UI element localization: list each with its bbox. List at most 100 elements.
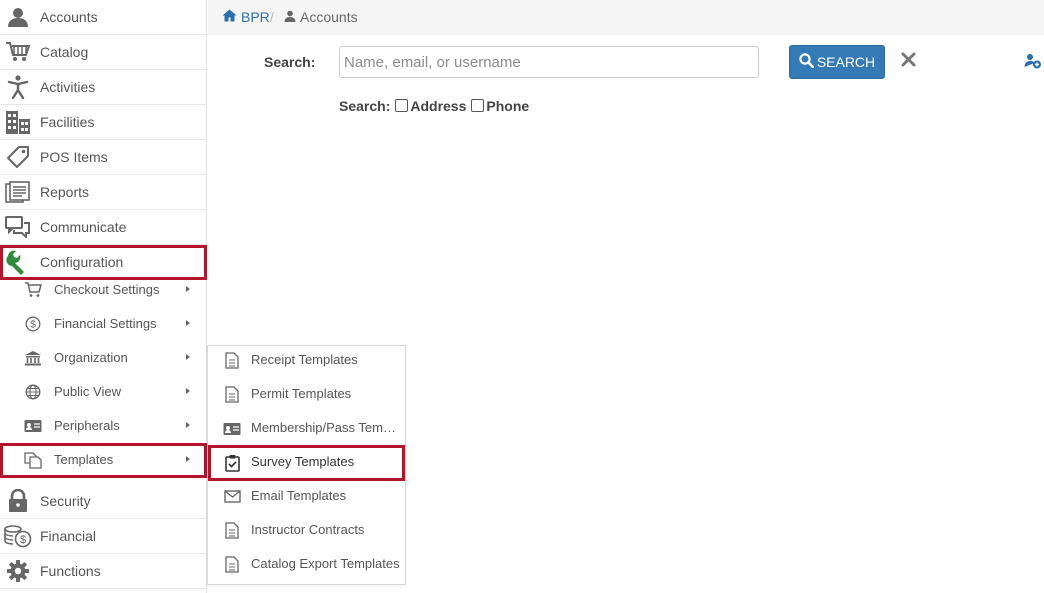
add-user-button[interactable] [1024, 53, 1042, 71]
sidebar-item-financial[interactable]: $ Financial [0, 519, 207, 554]
add-user-icon [1024, 54, 1042, 73]
sidebar-item-label: Security [40, 493, 91, 509]
magnifier-icon [799, 53, 815, 71]
menu-item-instructor-contracts[interactable]: Instructor Contracts [208, 513, 405, 547]
submenu-item-financial-settings[interactable]: $ Financial Settings [0, 307, 207, 341]
sidebar-item-label: Functions [40, 563, 101, 579]
home-icon [222, 9, 237, 25]
copy-icon [24, 451, 42, 469]
sidebar: Accounts Catalog Activities Facilities P… [0, 0, 207, 593]
submenu-item-organization[interactable]: Organization [0, 341, 207, 375]
address-option-label: Address [410, 98, 467, 114]
chat-icon [4, 214, 32, 240]
breadcrumb-home-link[interactable]: BPR [222, 9, 270, 25]
cart-icon [24, 282, 42, 298]
sidebar-item-label: Activities [40, 79, 96, 95]
caret-right-icon [186, 456, 190, 462]
svg-text:$: $ [20, 534, 26, 546]
document-icon [223, 556, 241, 573]
address-checkbox[interactable] [395, 98, 409, 112]
menu-item-membership-pass-templates[interactable]: Membership/Pass Templ... [208, 411, 405, 445]
sidebar-item-accounts[interactable]: Accounts [0, 0, 207, 35]
bank-icon [24, 350, 42, 366]
breadcrumb-separator: / [270, 9, 274, 25]
sidebar-item-functions[interactable]: Functions [0, 554, 207, 589]
sidebar-item-activities[interactable]: Activities [0, 70, 207, 105]
submenu-item-label: Peripherals [54, 418, 120, 433]
tag-icon [4, 144, 32, 170]
sidebar-item-label: POS Items [40, 149, 108, 165]
dollar-circle-icon: $ [24, 316, 42, 332]
sidebar-item-reports[interactable]: Reports [0, 175, 207, 210]
globe-icon [24, 384, 42, 400]
search-options: Search: Address Phone [339, 98, 529, 114]
caret-right-icon [186, 354, 190, 360]
sidebar-item-label: Accounts [40, 9, 98, 25]
search-button[interactable]: SEARCH [789, 45, 885, 79]
breadcrumb: BPR / Accounts [208, 0, 1044, 35]
templates-flyout-menu: Receipt Templates Permit Templates Membe… [207, 345, 406, 585]
building-icon [4, 109, 32, 135]
menu-item-label: Survey Templates [251, 454, 355, 469]
submenu-item-label: Checkout Settings [54, 282, 160, 297]
sidebar-item-label: Facilities [40, 114, 95, 130]
sidebar-item-communicate[interactable]: Communicate [0, 210, 207, 245]
submenu-item-label: Organization [54, 350, 128, 365]
phone-option-label: Phone [486, 98, 530, 114]
menu-item-survey-templates[interactable]: Survey Templates [208, 445, 405, 481]
menu-item-permit-templates[interactable]: Permit Templates [208, 377, 405, 411]
user-icon [284, 9, 296, 25]
menu-item-label: Email Templates [251, 488, 347, 503]
clear-search-button[interactable] [898, 52, 918, 72]
caret-right-icon [186, 422, 190, 428]
breadcrumb-home-label: BPR [241, 9, 270, 25]
caret-right-icon [186, 320, 190, 326]
person-activity-icon [4, 74, 32, 100]
menu-item-receipt-templates[interactable]: Receipt Templates [208, 343, 405, 377]
clipboard-check-icon [223, 454, 241, 472]
menu-item-catalog-export-templates[interactable]: Catalog Export Templates [208, 547, 405, 581]
sidebar-item-label: Reports [40, 184, 90, 200]
sidebar-item-security[interactable]: Security [0, 484, 207, 519]
submenu-item-label: Financial Settings [54, 316, 157, 331]
search-input[interactable] [339, 46, 759, 78]
sidebar-item-facilities[interactable]: Facilities [0, 105, 207, 140]
menu-item-label: Permit Templates [251, 386, 352, 401]
menu-item-label: Membership/Pass Templ... [251, 420, 401, 435]
close-icon [901, 52, 916, 72]
breadcrumb-current-label: Accounts [300, 9, 358, 25]
search-button-label: SEARCH [816, 54, 876, 70]
document-icon [223, 522, 241, 539]
cart-icon [4, 39, 32, 65]
menu-item-label: Receipt Templates [251, 352, 358, 367]
caret-right-icon [186, 286, 190, 292]
id-card-icon [24, 418, 42, 434]
menu-item-label: Catalog Export Templates [251, 556, 400, 571]
coins-icon: $ [4, 523, 32, 549]
submenu-item-label: Templates [54, 452, 114, 467]
submenu-item-checkout-settings[interactable]: Checkout Settings [0, 273, 207, 307]
svg-text:$: $ [30, 320, 36, 331]
menu-item-email-templates[interactable]: Email Templates [208, 479, 405, 513]
sidebar-item-catalog[interactable]: Catalog [0, 35, 207, 70]
sidebar-item-label: Configuration [40, 254, 124, 270]
phone-checkbox[interactable] [471, 98, 485, 112]
sidebar-item-pos-items[interactable]: POS Items [0, 140, 207, 175]
document-icon [223, 352, 241, 369]
sidebar-item-label: Financial [40, 528, 97, 544]
lock-icon [4, 488, 32, 514]
menu-item-label: Instructor Contracts [251, 522, 365, 537]
user-icon [4, 4, 32, 30]
document-icon [223, 386, 241, 403]
submenu-item-templates[interactable]: Templates [0, 443, 207, 478]
search-label: Search: [264, 54, 316, 70]
reports-icon [4, 179, 32, 205]
wrench-icon [4, 249, 32, 275]
caret-right-icon [186, 388, 190, 394]
breadcrumb-current: Accounts [284, 9, 358, 25]
gear-icon [4, 558, 32, 584]
submenu-item-public-view[interactable]: Public View [0, 375, 207, 409]
submenu-item-peripherals[interactable]: Peripherals [0, 409, 207, 443]
search-options-label: Search: [339, 98, 391, 114]
sidebar-item-label: Communicate [40, 219, 127, 235]
